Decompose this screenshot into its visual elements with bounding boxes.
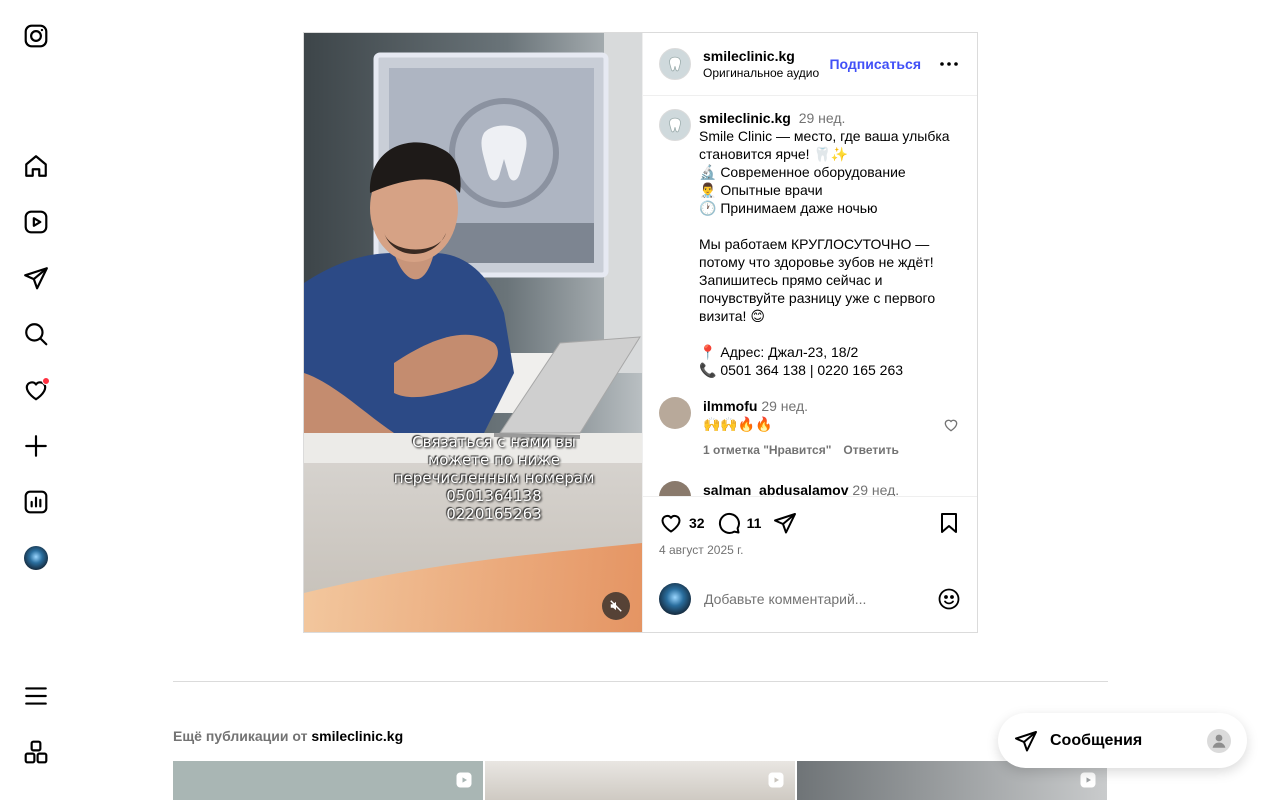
comments-scroll-area[interactable]: smileclinic.kg 29 нед. Smile Clinic — ме… — [643, 97, 977, 496]
direct-icon — [1015, 730, 1037, 751]
comment-item: ilmmofu 29 нед. 🙌🙌🔥🔥 1 отметка "Нравится… — [659, 397, 961, 459]
reels-icon[interactable] — [22, 208, 50, 236]
reel-indicator-icon — [1080, 772, 1096, 788]
caption-line: 📞 0501 364 138 | 0220 165 263 — [699, 362, 904, 378]
emoji-icon[interactable] — [937, 587, 961, 611]
caption: smileclinic.kg 29 нед. Smile Clinic — ме… — [659, 109, 961, 379]
commenter-username[interactable]: salman_abdusalamov — [703, 482, 849, 496]
share-icon — [774, 513, 797, 534]
overlay-line: перечисленным номерам — [393, 469, 595, 487]
overlay-line: 0501364138 — [446, 487, 542, 505]
like-button[interactable]: 32 — [659, 511, 705, 535]
messages-avatar — [1207, 728, 1231, 753]
comment-body: ilmmofu 29 нед. 🙌🙌🔥🔥 1 отметка "Нравится… — [703, 397, 899, 459]
caption-body: smileclinic.kg 29 нед. Smile Clinic — ме… — [699, 109, 959, 379]
overlay-line: можете по ниже — [427, 451, 561, 469]
video-frame-illustration — [304, 33, 642, 632]
post-date[interactable]: 4 август 2025 г. — [659, 543, 961, 557]
menu-icon[interactable] — [22, 682, 50, 710]
caption-line: 🕐 Принимаем даже ночью — [699, 200, 878, 216]
post-actions: 32 11 4 август 2025 г. — [643, 496, 977, 566]
mute-button[interactable] — [602, 592, 630, 620]
search-icon[interactable] — [22, 320, 50, 348]
post-video[interactable]: Связаться с нами вы можете по ниже переч… — [304, 33, 642, 632]
add-comment-bar — [643, 566, 977, 632]
create-plus-icon[interactable] — [22, 432, 50, 460]
left-nav — [0, 0, 72, 800]
comment-icon — [718, 512, 740, 534]
reel-indicator-icon — [456, 772, 472, 788]
comment-time[interactable]: 29 нед. — [761, 398, 808, 414]
caption-line — [699, 325, 959, 343]
caption-line: Мы работаем КРУГЛОСУТОЧНО — потому что з… — [699, 236, 936, 324]
dashboard-icon[interactable] — [22, 488, 50, 516]
overlay-line: Связаться с нами вы — [412, 433, 576, 451]
comment-count[interactable]: 11 — [747, 515, 762, 531]
commenter-username[interactable]: ilmmofu — [703, 398, 757, 414]
comment-input[interactable] — [704, 591, 937, 607]
more-apps-icon[interactable] — [22, 738, 50, 766]
caption-username[interactable]: smileclinic.kg — [699, 110, 791, 126]
save-button[interactable] — [937, 511, 961, 535]
reply-button[interactable]: Ответить — [843, 441, 898, 459]
messages-label: Сообщения — [1050, 731, 1143, 749]
follow-button[interactable]: Подписаться — [829, 56, 921, 72]
author-username[interactable]: smileclinic.kg — [703, 48, 819, 64]
commenter-avatar[interactable] — [659, 481, 691, 496]
caption-time[interactable]: 29 нед. — [799, 110, 846, 126]
notifications-heart-icon[interactable] — [22, 376, 50, 404]
post-thumbnail[interactable] — [485, 761, 795, 800]
comment-button[interactable]: 11 — [717, 511, 762, 535]
post-card: Связаться с нами вы можете по ниже переч… — [303, 32, 978, 633]
post-side-panel: smileclinic.kg Оригинальное аудио Подпис… — [642, 33, 977, 632]
comment-likes[interactable]: 1 отметка "Нравится" — [703, 441, 831, 459]
comment-item: salman_abdusalamov 29 нед. — [659, 481, 961, 496]
like-count[interactable]: 32 — [689, 515, 705, 531]
user-icon — [1212, 734, 1226, 748]
caption-line: 🔬 Современное оборудование — [699, 164, 906, 180]
more-posts-prefix: Ещё публикации от — [173, 728, 308, 744]
comment-meta: 1 отметка "Нравится" Ответить — [703, 441, 899, 459]
more-posts-heading: Ещё публикации от smileclinic.kg — [173, 728, 403, 744]
comment-like-icon[interactable] — [943, 417, 959, 433]
overlay-line: 0220165263 — [446, 505, 542, 523]
author-avatar[interactable] — [659, 48, 691, 80]
header-text: smileclinic.kg Оригинальное аудио — [703, 48, 819, 80]
share-button[interactable] — [773, 511, 797, 535]
caption-line — [699, 217, 959, 235]
caption-line: 📍 Адрес: Джал-23, 18/2 — [699, 344, 859, 360]
caption-line: 👨‍⚕️ Опытные врачи — [699, 182, 823, 198]
audio-label[interactable]: Оригинальное аудио — [703, 66, 819, 80]
comment-time[interactable]: 29 нед. — [852, 482, 899, 496]
comment-body: salman_abdusalamov 29 нед. — [703, 481, 899, 496]
bookmark-icon — [941, 513, 957, 533]
notification-dot — [42, 377, 50, 385]
comment-text: 🙌🙌🔥🔥 — [703, 416, 773, 432]
post-header: smileclinic.kg Оригинальное аудио Подпис… — [643, 33, 977, 96]
more-options-icon[interactable] — [937, 52, 961, 76]
volume-muted-icon — [610, 600, 622, 612]
post-thumbnail[interactable] — [173, 761, 483, 800]
tooth-icon — [669, 117, 681, 133]
video-overlay-text: Связаться с нами вы можете по ниже переч… — [364, 433, 624, 523]
caption-line: Smile Clinic — место, где ваша улыбка ст… — [699, 128, 950, 162]
section-divider — [173, 681, 1108, 682]
direct-icon[interactable] — [22, 264, 50, 292]
profile-avatar-icon[interactable] — [22, 544, 50, 572]
instagram-logo-icon[interactable] — [22, 22, 50, 50]
current-user-avatar — [659, 583, 691, 615]
reel-indicator-icon — [768, 772, 784, 788]
tooth-icon — [669, 56, 681, 72]
caption-avatar[interactable] — [659, 109, 691, 141]
messages-button[interactable]: Сообщения — [998, 713, 1247, 768]
home-icon[interactable] — [22, 152, 50, 180]
heart-icon — [661, 515, 681, 533]
more-posts-username[interactable]: smileclinic.kg — [311, 728, 403, 744]
commenter-avatar[interactable] — [659, 397, 691, 429]
